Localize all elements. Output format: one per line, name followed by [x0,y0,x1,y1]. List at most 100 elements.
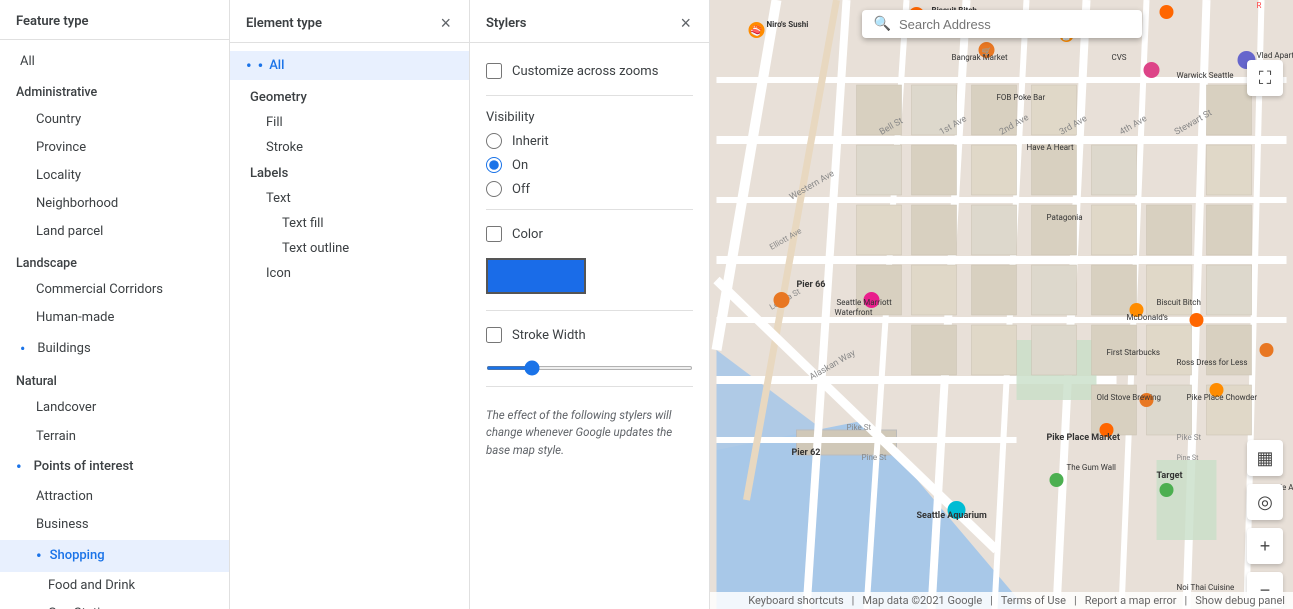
svg-text:The Gum Wall: The Gum Wall [1067,463,1117,472]
fullscreen-button[interactable]: ⛶ [1247,60,1283,96]
color-swatch[interactable] [486,258,586,294]
feature-item-all[interactable]: All [0,48,229,76]
divider-1 [486,95,693,96]
report-error-link[interactable]: Report a map error [1085,594,1177,607]
stylers-panel-title: Stylers [486,16,527,31]
element-panel-close[interactable]: × [438,14,453,32]
element-section-geometry: Geometry [230,80,469,110]
all-dot-icon: • [258,56,264,75]
svg-text:McDonald's: McDonald's [1127,313,1168,322]
feature-list: All Administrative Country Province Loca… [0,40,229,609]
feature-item-land-parcel[interactable]: Land parcel [0,218,229,246]
element-section-labels: Labels [230,160,469,186]
feature-type-panel: Feature type All Administrative Country … [0,0,230,609]
color-swatch-container [486,250,693,302]
keyboard-shortcuts: Keyboard shortcuts [748,594,843,607]
svg-text:Pike St: Pike St [1177,433,1202,442]
info-text: The effect of the following stylers will… [486,395,693,467]
stroke-width-label: Stroke Width [512,328,586,343]
element-item-fill[interactable]: Fill [230,110,469,135]
stroke-width-slider[interactable] [486,366,693,370]
svg-text:Have A Heart: Have A Heart [1027,143,1074,152]
location-button[interactable]: ◎ [1247,484,1283,520]
feature-item-commercial-corridors[interactable]: Commercial Corridors [0,276,229,304]
customize-zooms-label: Customize across zooms [512,64,658,79]
svg-text:Niro's Sushi: Niro's Sushi [767,20,809,29]
svg-text:Seattle Marriott: Seattle Marriott [837,298,893,307]
feature-item-human-made[interactable]: Human-made [0,304,229,332]
stroke-width-row: Stroke Width [486,319,693,351]
feature-item-province[interactable]: Province [0,134,229,162]
feature-item-business[interactable]: Business [0,511,229,539]
feature-item-landcover[interactable]: Landcover [0,394,229,422]
visibility-off-row[interactable]: Off [486,181,693,197]
zoom-in-button[interactable]: + [1247,528,1283,564]
feature-item-attraction[interactable]: Attraction [0,483,229,511]
feature-section-natural: Natural [0,365,229,395]
map-search-bar[interactable]: 🔍 [862,10,1142,38]
svg-text:Biscuit Bitch: Biscuit Bitch [1157,298,1201,307]
svg-text:🍣: 🍣 [750,24,762,37]
show-debug-link[interactable]: Show debug panel [1195,594,1285,607]
visibility-label: Visibility [486,104,693,129]
element-item-all[interactable]: •All [230,51,469,80]
visibility-on-radio[interactable] [486,157,502,173]
zoom-in-icon: + [1260,536,1271,557]
feature-item-locality[interactable]: Locality [0,162,229,190]
divider-3 [486,310,693,311]
svg-text:Old Stove Brewing: Old Stove Brewing [1097,393,1162,402]
customize-zooms-checkbox[interactable] [486,63,502,79]
element-panel-title: Element type [246,16,322,31]
slider-container [486,351,693,378]
visibility-on-label: On [512,158,528,173]
feature-section-administrative: Administrative [0,76,229,106]
divider-4 [486,386,693,387]
svg-text:Noi Thai Cuisine: Noi Thai Cuisine [1177,583,1235,592]
stylers-content: Customize across zooms Visibility Inheri… [470,43,709,479]
feature-section-poi[interactable]: Points of interest [0,451,229,483]
feature-item-country[interactable]: Country [0,106,229,134]
svg-text:Patagonia: Patagonia [1047,213,1083,222]
stylers-panel: Stylers × Customize across zooms Visibil… [470,0,710,609]
color-checkbox[interactable] [486,226,502,242]
terms-link[interactable]: Terms of Use [1001,594,1066,607]
feature-item-gas-station[interactable]: Gas Station [0,600,229,609]
element-panel-header: Element type × [230,0,469,43]
map-bottom-bar: Keyboard shortcuts | Map data ©2021 Goog… [710,592,1293,609]
svg-text:Seattle Aquarium: Seattle Aquarium [917,511,987,521]
map-area[interactable]: Bell St 1st Ave 2nd Ave 3rd Ave 4th Ave … [710,0,1293,609]
layers-icon: ▦ [1256,448,1273,469]
svg-text:Pine St: Pine St [862,453,887,462]
visibility-options: Inherit On Off [486,129,693,201]
element-item-text-outline[interactable]: Text outline [230,236,469,261]
svg-text:CVS: CVS [1112,53,1127,62]
search-input[interactable] [899,17,1099,32]
svg-text:R: R [1257,1,1262,10]
svg-text:FOB Poke Bar: FOB Poke Bar [997,93,1046,102]
visibility-inherit-radio[interactable] [486,133,502,149]
feature-item-neighborhood[interactable]: Neighborhood [0,190,229,218]
element-item-text-fill[interactable]: Text fill [230,211,469,236]
stylers-panel-close[interactable]: × [678,14,693,32]
layers-button[interactable]: ▦ [1247,440,1283,476]
feature-item-buildings[interactable]: Buildings [0,333,229,365]
svg-text:Pike Place Market: Pike Place Market [1047,433,1120,443]
feature-item-food-drink[interactable]: Food and Drink [0,572,229,600]
element-item-stroke[interactable]: Stroke [230,135,469,160]
visibility-on-row[interactable]: On [486,157,693,173]
visibility-inherit-row[interactable]: Inherit [486,133,693,149]
svg-text:Ross Dress for Less: Ross Dress for Less [1177,358,1248,367]
fullscreen-icon: ⛶ [1259,68,1272,89]
feature-section-landscape: Landscape [0,247,229,277]
element-list: •All Geometry Fill Stroke Labels Text Te… [230,43,469,294]
color-label: Color [512,227,543,242]
svg-text:First Starbucks: First Starbucks [1107,348,1161,357]
feature-item-shopping[interactable]: Shopping [0,540,229,572]
visibility-off-radio[interactable] [486,181,502,197]
element-item-text[interactable]: Text [230,186,469,211]
map-svg: Bell St 1st Ave 2nd Ave 3rd Ave 4th Ave … [710,0,1293,609]
svg-text:Pier 66: Pier 66 [797,280,826,290]
element-item-icon[interactable]: Icon [230,261,469,286]
feature-item-terrain[interactable]: Terrain [0,423,229,451]
stroke-width-checkbox[interactable] [486,327,502,343]
